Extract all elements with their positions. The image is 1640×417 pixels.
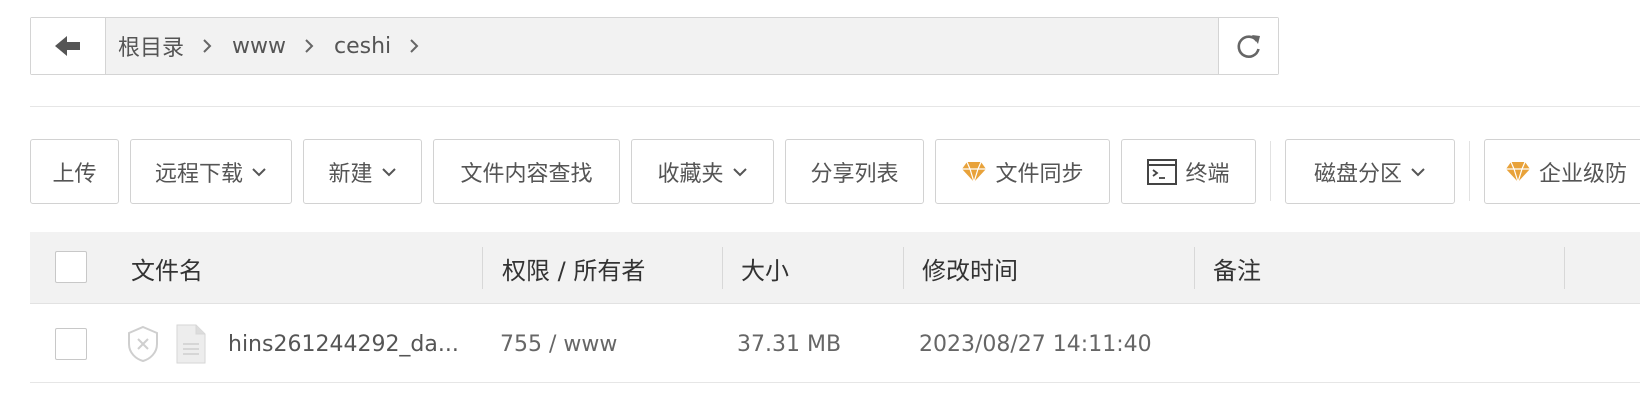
breadcrumb-item-www[interactable]: www [232, 34, 334, 59]
share-list-button[interactable]: 分享列表 [785, 139, 924, 204]
column-header-size[interactable]: 大小 [741, 232, 789, 304]
chevron-right-icon [304, 38, 314, 54]
toolbar-divider [1270, 141, 1271, 201]
file-name[interactable]: hins261244292_da... [228, 305, 459, 383]
terminal-icon [1147, 158, 1178, 185]
select-all-checkbox[interactable] [55, 251, 87, 283]
divider [30, 106, 1640, 107]
disk-partition-button[interactable]: 磁盘分区 [1285, 139, 1455, 204]
enterprise-protection-button[interactable]: 企业级防 [1484, 139, 1640, 204]
upload-label: 上传 [52, 161, 97, 187]
diamond-icon [961, 161, 987, 183]
row-checkbox[interactable] [55, 328, 87, 360]
column-header-note: 备注 [1213, 256, 1261, 285]
file-sync-button[interactable]: 文件同步 [935, 139, 1110, 204]
back-button[interactable] [31, 18, 106, 74]
file-modified-time: 2023/08/27 14:11:40 [919, 331, 1152, 357]
file-permission[interactable]: 755 / www [500, 305, 617, 383]
column-divider[interactable] [482, 247, 483, 289]
table-header: 文件名 权限 / 所有者 大小 修改时间 备注 [30, 232, 1640, 304]
remote-download-label: 远程下载 [154, 161, 243, 187]
content-search-label: 文件内容查找 [460, 161, 593, 187]
favorites-button[interactable]: 收藏夹 [631, 139, 774, 204]
refresh-button[interactable] [1218, 18, 1278, 74]
new-label: 新建 [328, 161, 373, 187]
breadcrumb-label: www [232, 33, 286, 59]
column-header-modified[interactable]: 修改时间 [922, 232, 1018, 304]
chevron-down-icon [251, 167, 267, 177]
breadcrumb-label: ceshi [334, 33, 392, 59]
breadcrumb-item-root[interactable]: 根目录 [118, 30, 232, 62]
column-header-name[interactable]: 文件名 [131, 232, 203, 304]
terminal-button[interactable]: 终端 [1121, 139, 1256, 204]
breadcrumb-label: 根目录 [118, 36, 185, 61]
diamond-icon [1505, 161, 1531, 183]
chevron-right-icon [202, 38, 212, 54]
share-list-label: 分享列表 [810, 161, 899, 187]
toolbar-divider [1469, 141, 1470, 201]
favorites-label: 收藏夹 [657, 161, 724, 187]
column-header-permission[interactable]: 权限 / 所有者 [502, 232, 645, 304]
upload-button[interactable]: 上传 [30, 139, 119, 204]
column-divider[interactable] [1564, 247, 1565, 289]
file-size: 37.31 MB [737, 331, 842, 357]
chevron-right-icon [409, 38, 419, 54]
path-bar: 根目录 www ceshi [30, 17, 1279, 75]
remote-download-button[interactable]: 远程下载 [130, 139, 292, 204]
breadcrumb-item-ceshi[interactable]: ceshi [334, 34, 439, 59]
enterprise-protection-label: 企业级防 [1539, 161, 1628, 187]
shield-x-icon[interactable] [126, 305, 160, 383]
refresh-icon [1236, 35, 1260, 58]
chevron-down-icon [381, 167, 397, 177]
table-row[interactable]: hins261244292_da... 755 / www 37.31 MB 2… [30, 305, 1640, 383]
toolbar: 上传 远程下载 新建 文件内容查找 收藏夹 分享列表 文件同步 终端 磁盘分区 … [30, 139, 1640, 204]
chevron-down-icon [732, 167, 748, 177]
chevron-down-icon [1410, 167, 1426, 177]
breadcrumb: 根目录 www ceshi [106, 18, 1218, 74]
column-divider[interactable] [903, 247, 904, 289]
arrow-left-icon [55, 36, 80, 56]
disk-partition-label: 磁盘分区 [1313, 161, 1402, 187]
file-icon [176, 305, 206, 383]
content-search-button[interactable]: 文件内容查找 [433, 139, 620, 204]
file-sync-label: 文件同步 [995, 161, 1084, 187]
terminal-label: 终端 [1185, 161, 1230, 187]
new-button[interactable]: 新建 [303, 139, 422, 204]
column-divider[interactable] [722, 247, 723, 289]
column-divider[interactable] [1194, 247, 1195, 289]
